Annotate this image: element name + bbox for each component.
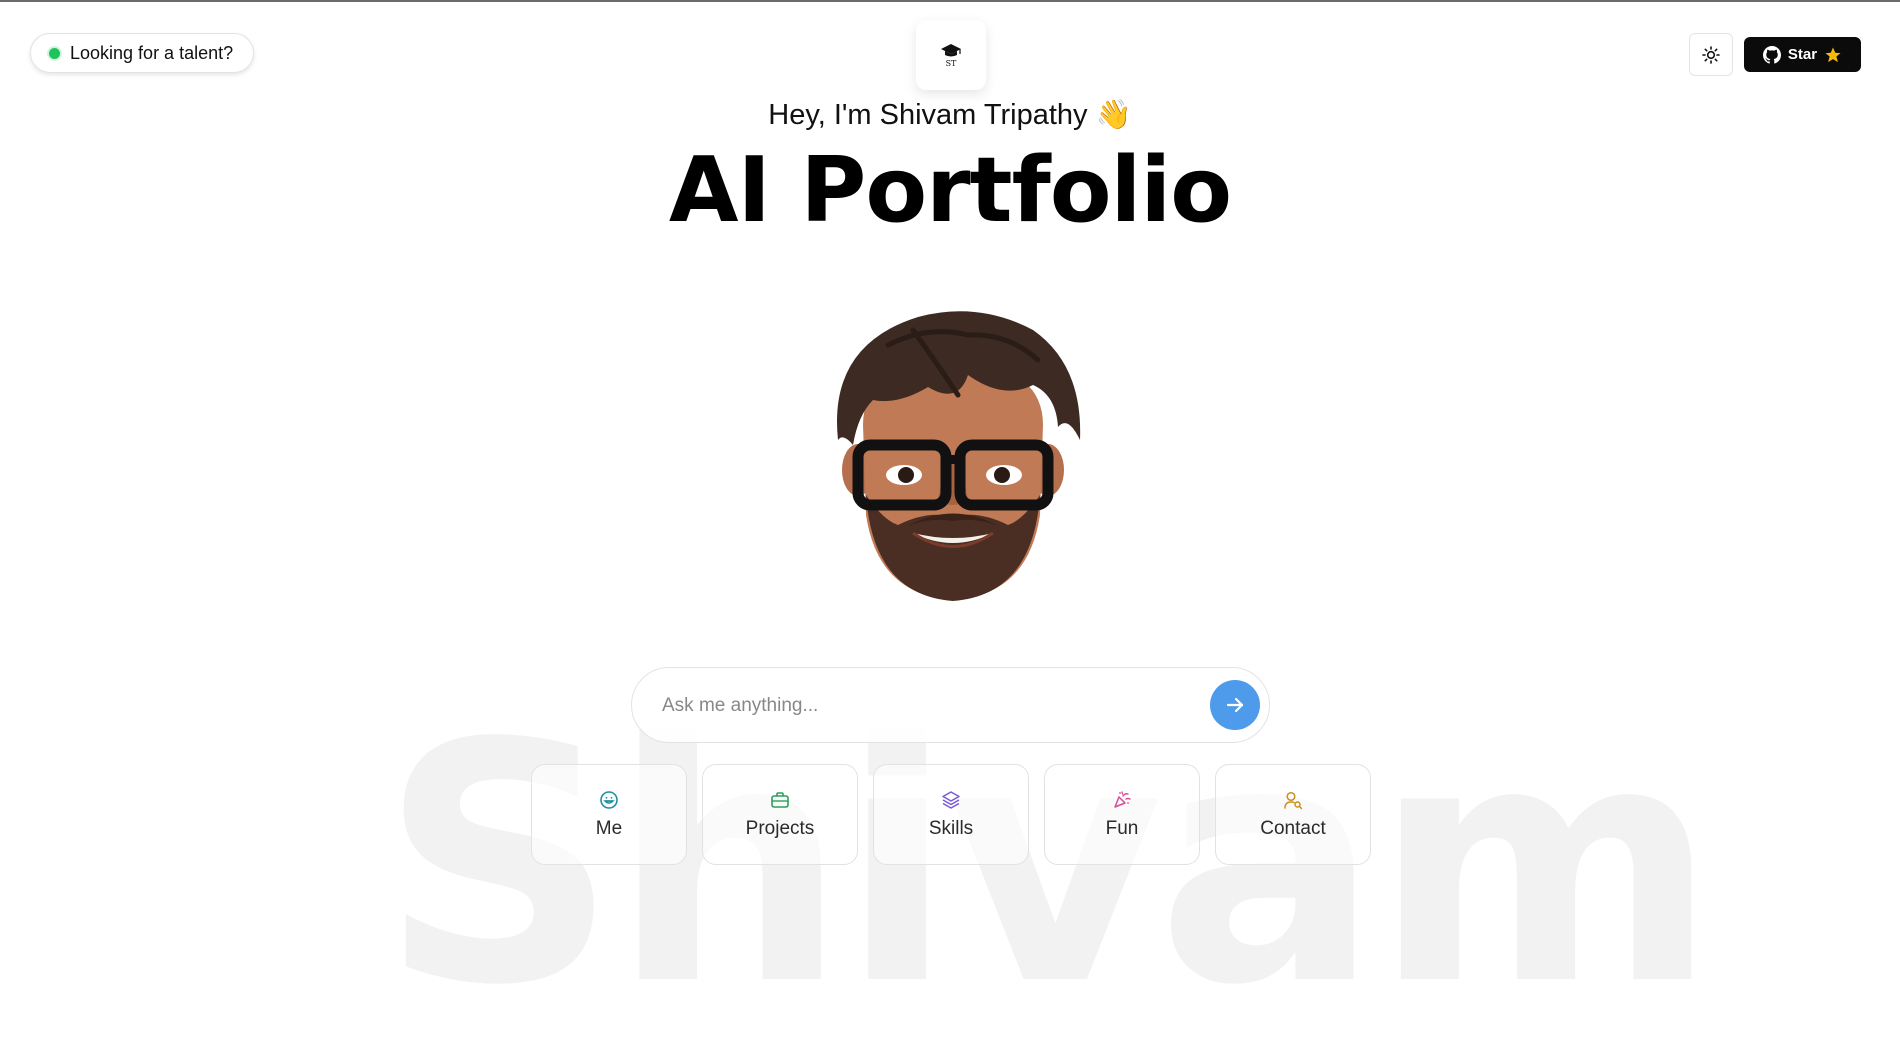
layers-icon (942, 790, 960, 809)
quick-link-contact[interactable]: Contact (1215, 764, 1371, 865)
send-button[interactable] (1210, 680, 1260, 730)
user-search-icon (1284, 791, 1303, 809)
github-icon (1762, 45, 1781, 64)
briefcase-icon (771, 791, 789, 808)
quick-link-projects[interactable]: Projects (702, 764, 858, 865)
quick-link-label: Me (595, 817, 623, 839)
logo-initials: ST (946, 59, 957, 68)
chat-input-container (631, 667, 1270, 743)
quick-link-fun[interactable]: Fun (1044, 764, 1200, 865)
top-border (0, 0, 1900, 2)
status-dot-icon (49, 47, 60, 59)
greeting-text: Hey, I'm Shivam Tripathy 👋 (768, 99, 1132, 131)
star-icon (1825, 47, 1841, 62)
quick-link-me[interactable]: Me (531, 764, 687, 865)
theme-toggle-button[interactable] (1689, 33, 1733, 76)
logo-home-button[interactable]: ST (916, 20, 986, 90)
sun-icon (1702, 45, 1720, 64)
graduation-cap-icon: ST (941, 44, 961, 68)
talent-label: Looking for a talent? (70, 42, 234, 63)
github-star-label: Star (1787, 46, 1818, 63)
quick-link-label: Contact (1260, 817, 1326, 839)
quick-links: Me Projects Skills Fun Contact (531, 764, 1371, 865)
quick-link-skills[interactable]: Skills (873, 764, 1029, 865)
quick-link-label: Skills (928, 817, 974, 839)
looking-for-talent-button[interactable]: Looking for a talent? (30, 33, 254, 73)
page-title: AI Portfolio (668, 138, 1232, 243)
quick-link-label: Fun (1105, 817, 1139, 839)
memoji-avatar-image (837, 311, 1081, 601)
arrow-right-icon (1226, 697, 1244, 713)
quick-link-label: Projects (745, 817, 815, 839)
ask-input[interactable] (660, 686, 1194, 726)
party-popper-icon (1114, 790, 1131, 808)
smile-icon (600, 790, 618, 809)
background-watermark-word: Shivam (380, 673, 1717, 1057)
github-star-button[interactable]: Star (1744, 37, 1861, 72)
